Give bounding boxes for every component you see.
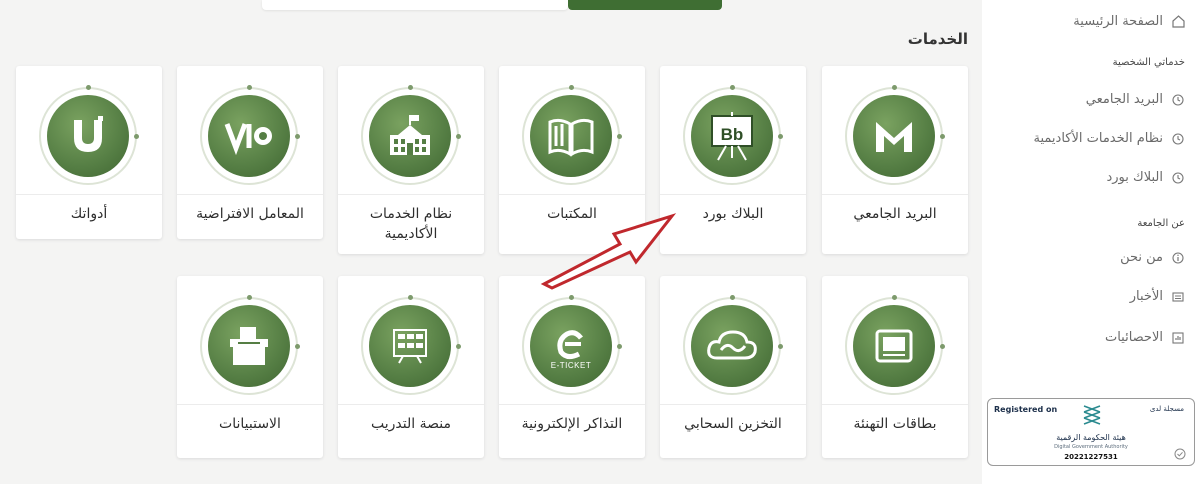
sidebar-item-home[interactable]: الصفحة الرئيسية: [1073, 14, 1185, 29]
about-heading: عن الجامعة: [1137, 218, 1185, 229]
service-label: التذاكر الإلكترونية: [521, 416, 623, 432]
service-label: المعامل الافتراضية: [196, 206, 304, 222]
service-card-academic-services[interactable]: نظام الخدمات الأكاديمية: [338, 66, 484, 254]
circle-arrow-icon: [1171, 93, 1185, 107]
sidebar: الصفحة الرئيسية خدماتي الشخصية البريد ال…: [982, 0, 1203, 484]
sidebar-item-about-us[interactable]: من نحن: [1120, 250, 1185, 265]
circle-arrow-icon: [1171, 132, 1185, 146]
section-title: الخدمات: [907, 30, 968, 48]
circle-arrow-icon: [1171, 171, 1185, 185]
service-card-training[interactable]: منصة التدريب: [338, 276, 484, 458]
service-label: البلاك بورد: [702, 206, 764, 222]
registered-en-text: Registered on: [994, 405, 1058, 414]
service-card-virtual-labs[interactable]: المعامل الافتراضية: [177, 66, 323, 239]
sidebar-item-academic-services[interactable]: نظام الخدمات الأكاديمية: [1034, 131, 1186, 146]
virtual-lab-icon: [208, 95, 290, 177]
home-icon: [1171, 15, 1185, 29]
info-icon: [1171, 251, 1185, 265]
sidebar-item-statistics[interactable]: الاحصائيات: [1105, 330, 1185, 345]
sidebar-item-label: نظام الخدمات الأكاديمية: [1033, 131, 1164, 146]
e-ticket-icon: E-TICKET: [530, 305, 612, 387]
service-card-tools[interactable]: أدواتك: [16, 66, 162, 239]
service-label: البريد الجامعي: [853, 206, 937, 222]
service-label: بطاقات التهنئة: [853, 416, 937, 432]
stats-icon: [1171, 331, 1185, 345]
u-tools-icon: [47, 95, 129, 177]
sidebar-item-label: الاحصائيات: [1104, 330, 1163, 345]
dga-registration-badge[interactable]: Registered on مسجلة لدى هيئة الحكومة الر…: [987, 398, 1195, 466]
authority-en-text: Digital Government Authority: [1054, 444, 1128, 450]
greeting-card-icon: [853, 305, 935, 387]
sidebar-item-news[interactable]: الأخبار: [1130, 289, 1185, 304]
sidebar-item-label: البريد الجامعي: [1085, 92, 1163, 107]
sidebar-item-label: البلاك بورد: [1106, 170, 1163, 185]
service-card-greeting-cards[interactable]: بطاقات التهنئة: [822, 276, 968, 458]
sidebar-item-blackboard[interactable]: البلاك بورد: [1106, 170, 1185, 185]
service-label: التخزين السحابي: [684, 416, 782, 432]
my-services-heading: خدماتي الشخصية: [1112, 57, 1185, 68]
service-label: أدواتك: [70, 206, 108, 222]
ballot-box-icon: [208, 305, 290, 387]
service-card-cloud-storage[interactable]: التخزين السحابي: [660, 276, 806, 458]
service-card-blackboard[interactable]: Bb البلاك بورد: [660, 66, 806, 254]
service-label: الاستبيانات: [219, 416, 281, 432]
service-label: منصة التدريب: [371, 416, 451, 432]
blackboard-icon: Bb: [691, 95, 773, 177]
newspaper-icon: [1171, 290, 1185, 304]
service-card-e-tickets[interactable]: E-TICKET التذاكر الإلكترونية: [499, 276, 645, 458]
sidebar-item-label: الصفحة الرئيسية: [1073, 14, 1163, 29]
e-ticket-text: E-TICKET: [550, 361, 592, 370]
sidebar-item-label: من نحن: [1120, 250, 1163, 265]
main-content: الخدمات البريد الجامعي Bb البلاك بورد ال…: [0, 0, 982, 484]
service-card-university-mail[interactable]: البريد الجامعي: [822, 66, 968, 254]
authority-ar-text: هيئة الحكومة الرقمية: [1056, 433, 1126, 442]
mail-m-icon: [853, 95, 935, 177]
service-card-surveys[interactable]: الاستبيانات: [177, 276, 323, 458]
registration-number: 20221227531: [1064, 453, 1118, 461]
cloud-icon: [691, 305, 773, 387]
school-building-icon: [369, 95, 451, 177]
dga-logo-icon: [1080, 402, 1104, 434]
service-label: نظام الخدمات الأكاديمية: [369, 206, 453, 242]
training-board-icon: [369, 305, 451, 387]
verified-check-icon: [1174, 445, 1186, 464]
book-icon: [530, 95, 612, 177]
registered-ar-text: مسجلة لدى: [1149, 405, 1184, 413]
sidebar-item-university-mail[interactable]: البريد الجامعي: [1086, 92, 1185, 107]
sidebar-item-label: الأخبار: [1129, 289, 1163, 304]
blackboard-text: Bb: [720, 125, 744, 144]
red-arrow-annotation: [540, 213, 677, 290]
